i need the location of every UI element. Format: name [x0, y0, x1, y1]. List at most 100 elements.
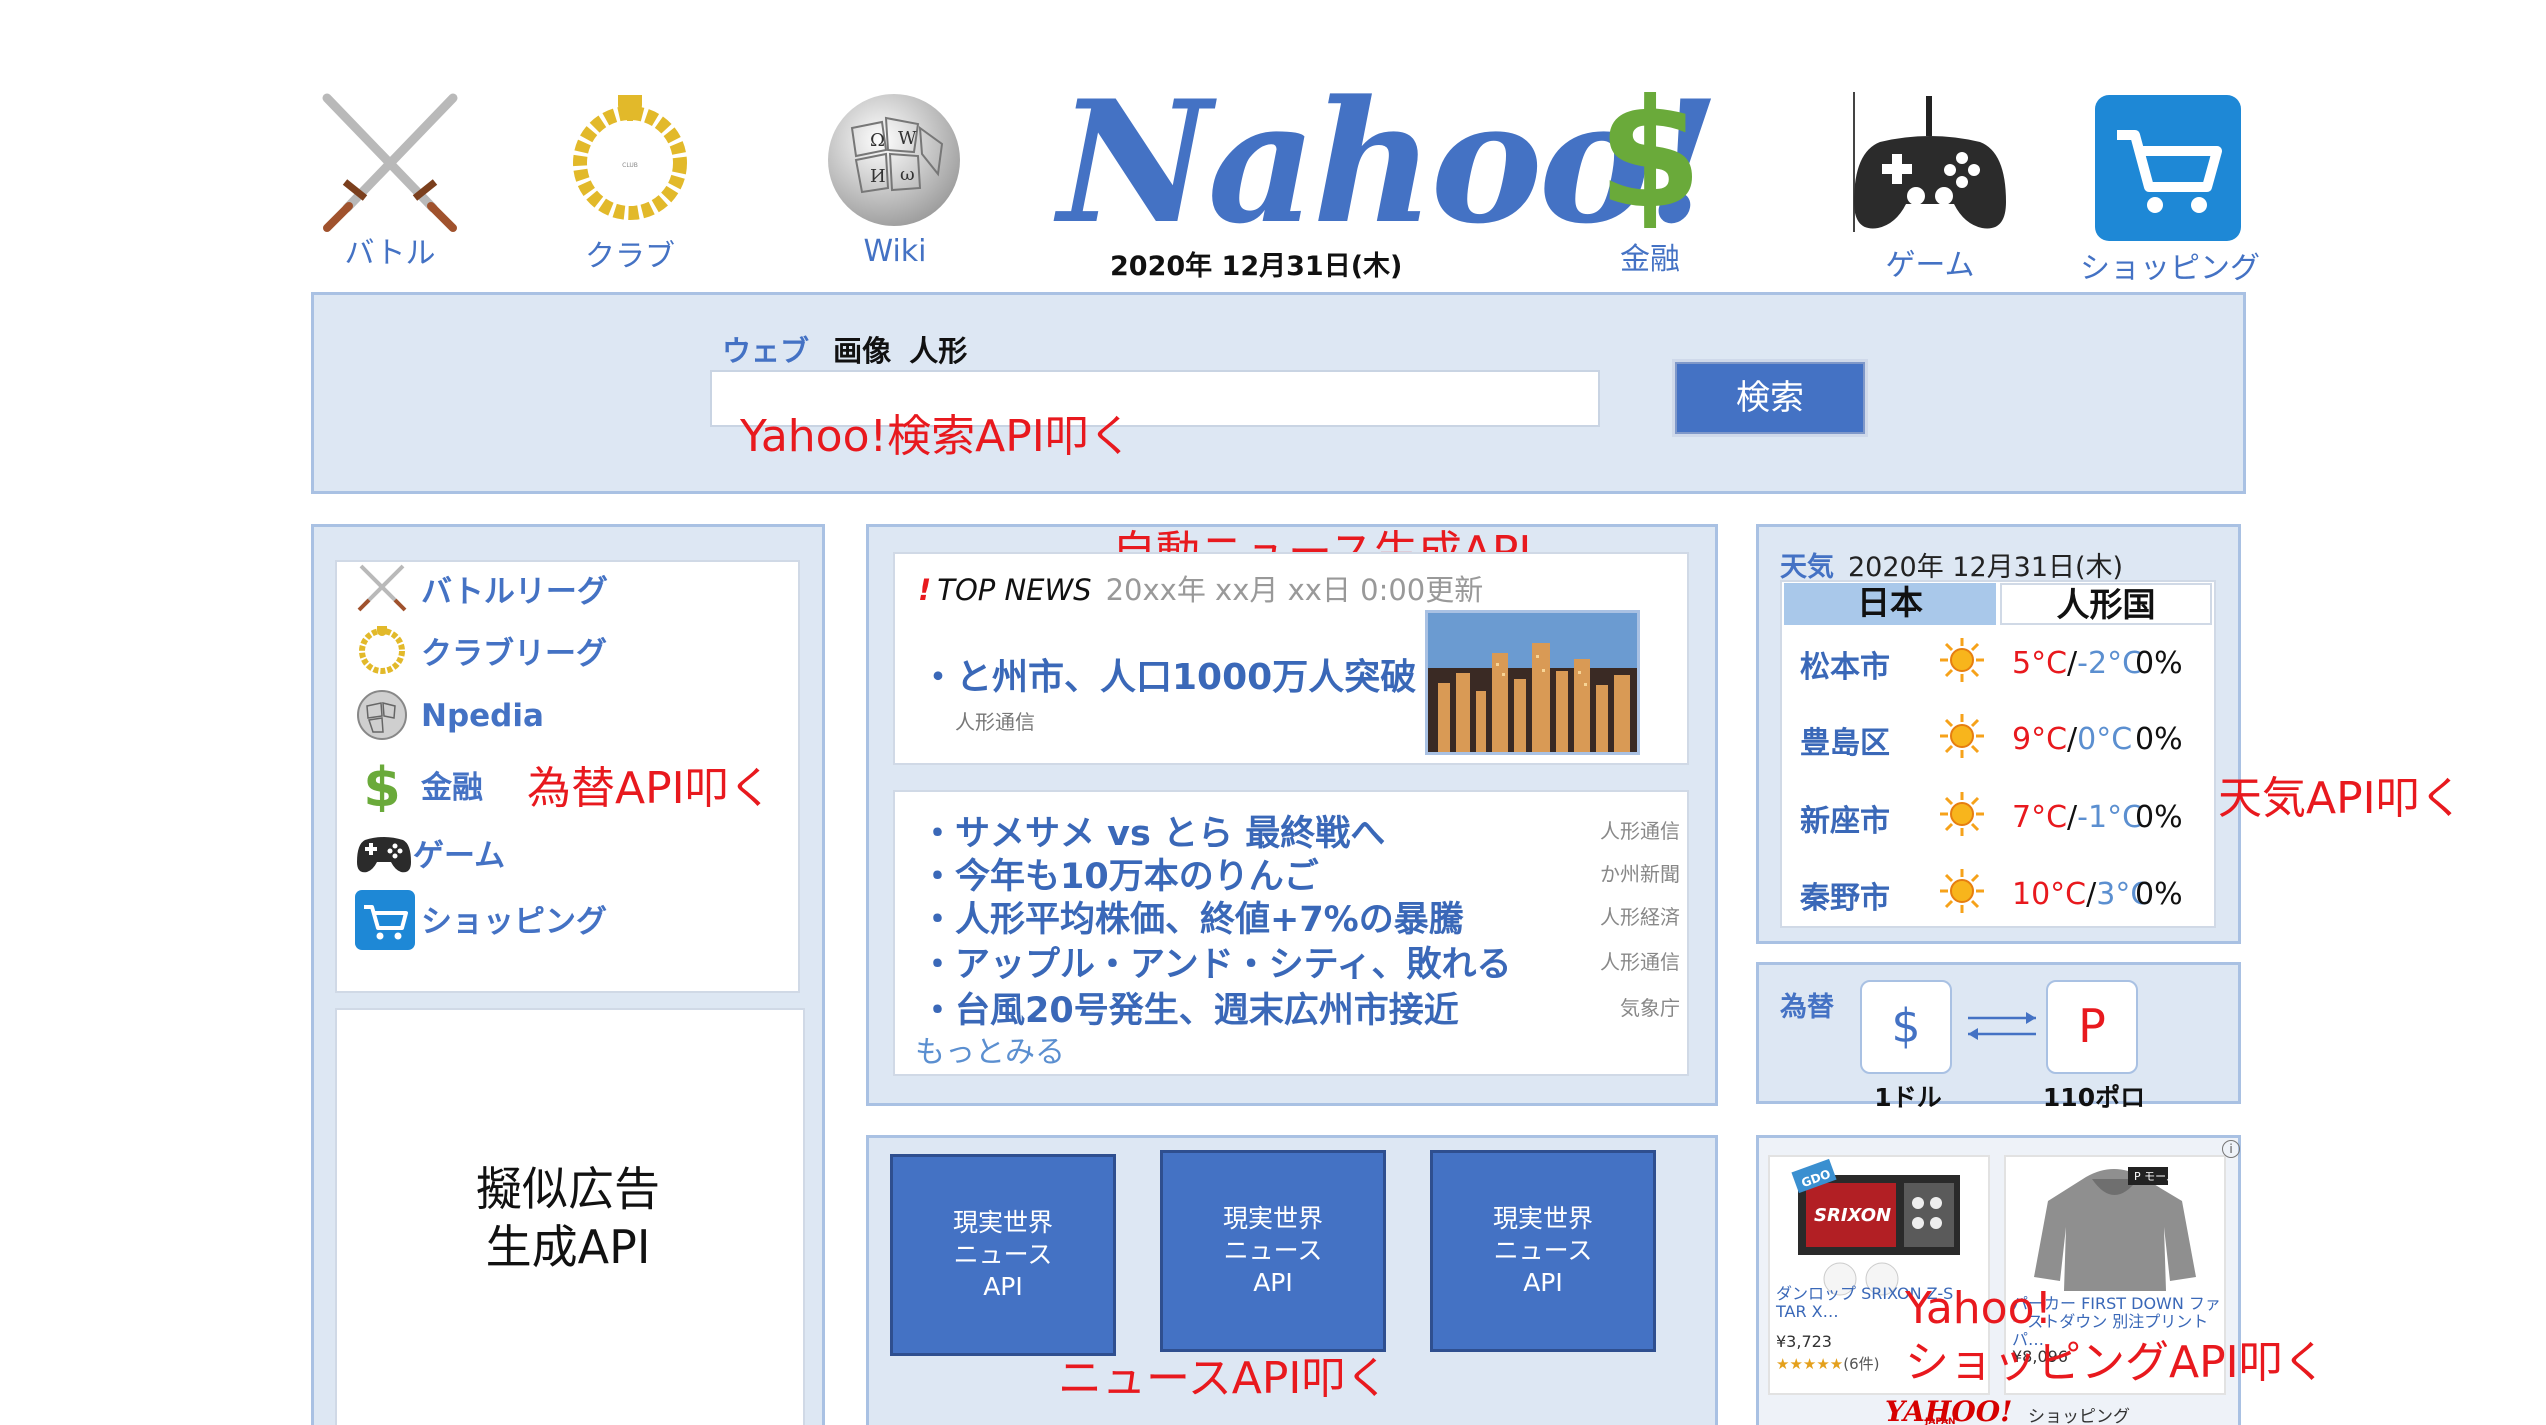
weather-row[interactable]: 新座市 7°C/-1°C 0% [1800, 790, 2200, 840]
weather-city: 豊島区 [1800, 726, 1890, 761]
sidebar-item-battle-league[interactable]: バトルリーグ [355, 560, 608, 616]
yahoo-shopping-label: ショッピング [2028, 1407, 2130, 1425]
tab-dolls[interactable]: 人形 [909, 334, 967, 368]
header-date: 2020年 12月31日(木) [1110, 251, 1403, 282]
sun-icon [1938, 636, 1986, 684]
header-item-game[interactable]: ゲーム [1830, 92, 2030, 283]
weather-row[interactable]: 松本市 5°C/-2°C 0% [1800, 636, 2200, 686]
laurel-wreath-icon [355, 622, 413, 678]
search-tabs: ウェブ 画像 人形 [722, 328, 975, 370]
weather-rain: 0% [2135, 646, 2183, 681]
weather-city: 秦野市 [1800, 881, 1890, 916]
weather-row[interactable]: 豊島区 9°C/0°C 0% [1800, 712, 2200, 762]
news-item[interactable]: ・アップル・アンド・シティ、敗れる 人形通信 [920, 936, 1680, 985]
tab-japan[interactable]: 日本 [1784, 583, 1996, 625]
news-item[interactable]: ・今年も10万本のりんご か州新聞 [920, 848, 1680, 897]
sidebar-item-game[interactable]: ゲーム [355, 824, 505, 880]
news-photo[interactable] [1425, 610, 1640, 755]
news-item[interactable]: ・サメサメ vs とら 最終戦へ 人形通信 [920, 805, 1680, 854]
weather-api-annotation: 天気API叩く [2218, 773, 2464, 824]
top-news-headline[interactable]: ・と州市、人口1000万人突破 [920, 648, 1416, 700]
wikipedia-globe-icon: Ω W И ω [828, 94, 960, 226]
tab-doll-country[interactable]: 人形国 [2000, 583, 2212, 625]
svg-text:$: $ [363, 756, 401, 812]
fx-from-symbol: $ [1891, 999, 1921, 1053]
news-source: か州新聞 [1600, 862, 1680, 886]
weather-low: 0°C [2077, 722, 2133, 757]
sidebar-item-club-league[interactable]: クラブリーグ [355, 622, 607, 678]
news-item[interactable]: ・人形平均株価、終値+7%の暴騰 人形経済 [920, 891, 1680, 940]
real-news-api-box[interactable]: 現実世界 ニュース API [1430, 1150, 1656, 1352]
header-item-club[interactable]: CLUB クラブ [540, 85, 720, 275]
top-news-mark: ! [918, 573, 932, 607]
fx-to-card[interactable]: P [2046, 980, 2138, 1074]
fx-title: 為替 [1780, 992, 1834, 1023]
sidebar-item-shopping[interactable]: ショッピング [355, 890, 607, 950]
weather-rain: 0% [2135, 877, 2183, 912]
sidebar-item-npedia[interactable]: Npedia [355, 688, 544, 744]
exchange-arrows-icon [1968, 1012, 2036, 1040]
news-api-annotation: ニュースAPI叩く [1058, 1353, 1390, 1404]
weather-city: 新座市 [1800, 804, 1890, 839]
weather-city: 松本市 [1800, 650, 1890, 685]
sidebar-item-label: Npedia [421, 698, 544, 734]
news-title: ・台風20号発生、週末広州市接近 [920, 991, 1459, 1031]
sidebar-item-label: 金融 [421, 769, 483, 806]
header-label-shopping: ショッピング [2080, 251, 2260, 286]
weather-label: 天気 [1780, 552, 1834, 583]
header-item-finance[interactable]: $ 金融 [1580, 86, 1720, 277]
weather-low: -2°C [2077, 646, 2144, 681]
svg-text:CLUB: CLUB [622, 162, 638, 169]
wikipedia-globe-icon [355, 688, 413, 744]
header-label-wiki: Wiki [863, 234, 927, 269]
search-api-annotation: Yahoo!検索API叩く [740, 411, 1133, 462]
sidebar-item-finance[interactable]: $ 金融 [355, 756, 483, 819]
fx-to-label: 110ポロ [2042, 1083, 2146, 1112]
real-news-api-box[interactable]: 現実世界 ニュース API [890, 1154, 1116, 1356]
real-news-api-box[interactable]: 現実世界 ニュース API [1160, 1150, 1386, 1352]
gamepad-icon [1853, 92, 2006, 232]
header-item-shopping[interactable]: ショッピング [2065, 95, 2275, 286]
top-news-header: ! TOP NEWS 20xx年 xx月 xx日 0:00更新 [918, 567, 1483, 609]
top-news-updated: 20xx年 xx月 xx日 0:00更新 [1105, 573, 1484, 607]
weather-date: 2020年 12月31日(木) [1848, 552, 2124, 583]
tab-images[interactable]: 画像 [833, 334, 891, 368]
more-news-link[interactable]: もっとみる [915, 1027, 1065, 1071]
sun-icon [1938, 790, 1986, 838]
crossed-swords-icon [322, 93, 458, 232]
city-skyline-image [1428, 613, 1637, 752]
weather-high: 9°C [2012, 722, 2068, 757]
svg-text:Ω: Ω [870, 130, 885, 151]
sun-icon [1938, 712, 1986, 760]
rating-stars: ★★★★★ [1776, 1355, 1844, 1373]
info-icon[interactable]: i [2222, 1140, 2240, 1158]
fx-from-card[interactable]: $ [1860, 980, 1952, 1074]
product-rating: ★★★★★(6件) [1776, 1353, 1880, 1374]
search-button[interactable]: 検索 [1675, 362, 1865, 434]
svg-text:W: W [898, 128, 917, 149]
header-label-battle: バトル [344, 236, 436, 271]
header-item-wiki[interactable]: Ω W И ω Wiki [805, 88, 985, 278]
sidebar-item-label: バトルリーグ [421, 573, 608, 610]
header-label-game: ゲーム [1885, 248, 1975, 283]
header-label-club: クラブ [585, 239, 675, 274]
news-item[interactable]: ・台風20号発生、週末広州市接近 気象庁 [920, 982, 1680, 1031]
weather-high: 7°C [2012, 800, 2068, 835]
top-news-label: TOP NEWS [937, 573, 1092, 607]
svg-text:ω: ω [900, 164, 915, 185]
yahoo-logo-sub: JAPAN [1925, 1417, 1956, 1425]
fx-api-annotation: 為替API叩く [527, 763, 773, 814]
sidebar-item-label: ゲーム [413, 837, 506, 874]
site-logo[interactable]: Nahoo! [1058, 78, 1720, 246]
news-source: 人形経済 [1600, 905, 1680, 929]
news-title: ・アップル・アンド・シティ、敗れる [920, 945, 1512, 985]
weather-row[interactable]: 秦野市 10°C/3°C 0% [1800, 867, 2200, 917]
weather-rain: 0% [2135, 800, 2183, 835]
header-item-battle[interactable]: バトル [300, 90, 480, 275]
tab-web[interactable]: ウェブ [722, 334, 809, 368]
news-title: ・人形平均株価、終値+7%の暴騰 [920, 900, 1464, 940]
laurel-wreath-icon: CLUB [573, 95, 687, 220]
svg-text:И: И [870, 166, 886, 187]
weather-high: 10°C [2012, 877, 2087, 912]
header-label-finance: 金融 [1620, 242, 1680, 277]
